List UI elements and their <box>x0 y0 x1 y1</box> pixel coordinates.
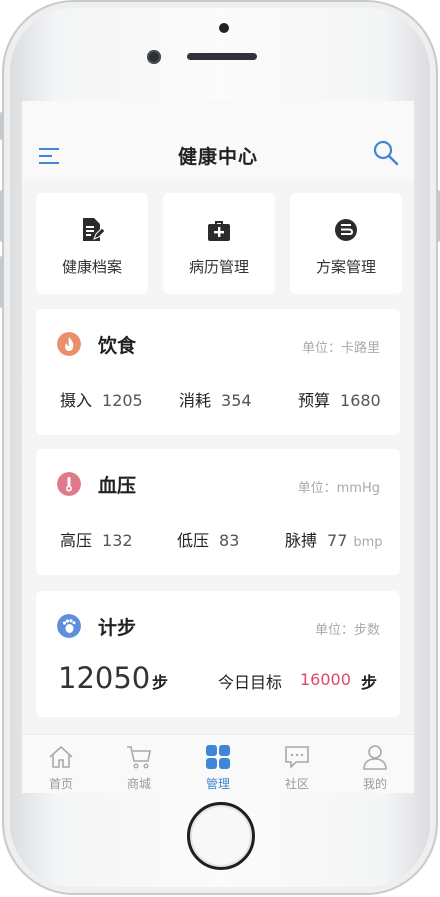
quick-action-label: 病历管理 <box>188 258 249 276</box>
search-icon[interactable] <box>372 139 400 167</box>
quick-action-medical-records[interactable]: 病历管理 <box>163 193 275 294</box>
metric-systolic: 高压 132 <box>60 527 133 551</box>
metric-value: 1680 <box>340 391 381 410</box>
home-icon <box>49 745 73 768</box>
cart-icon <box>127 746 151 769</box>
tab-label: 管理 <box>205 777 230 791</box>
diet-card[interactable]: 饮食 单位：卡路里 摄入 1205 消耗 354 预算 1680 <box>36 309 400 435</box>
medical-kit-icon <box>208 221 230 241</box>
page-title: 健康中心 <box>177 146 258 168</box>
metric-label: 低压 <box>177 531 210 550</box>
metric-intake: 摄入 1205 <box>60 387 143 411</box>
metric-value: 132 <box>102 531 133 550</box>
metric-value: 354 <box>221 391 252 410</box>
card-title: 血压 <box>98 475 137 497</box>
tab-manage[interactable]: 管理 <box>179 735 257 793</box>
tab-label: 首页 <box>48 777 73 791</box>
document-edit-icon <box>83 218 104 241</box>
metric-label: 摄入 <box>60 391 93 410</box>
tab-label: 我的 <box>362 777 387 791</box>
metric-value: 1205 <box>102 391 143 410</box>
metric-diastolic: 低压 83 <box>177 527 239 551</box>
metric-label: 消耗 <box>179 391 212 410</box>
volume-down-button <box>0 256 4 308</box>
metric-budget: 预算 1680 <box>298 387 381 411</box>
step-count-unit: 步 <box>152 673 169 692</box>
proximity-sensor <box>219 23 229 33</box>
quick-action-label: 健康档案 <box>61 258 122 276</box>
card-title: 计步 <box>98 617 137 639</box>
quick-action-label: 方案管理 <box>315 258 376 276</box>
top-bar: 健康中心 <box>22 101 414 180</box>
user-icon <box>363 745 387 770</box>
tab-shop[interactable]: 商城 <box>100 735 178 793</box>
tab-label: 社区 <box>284 777 309 791</box>
unit-label: 单位：卡路里 <box>301 341 380 356</box>
tab-label: 商城 <box>126 777 151 791</box>
tab-profile[interactable]: 我的 <box>336 735 414 793</box>
tab-home[interactable]: 首页 <box>22 735 100 793</box>
metric-label: 脉搏 <box>285 531 318 550</box>
metric-burned: 消耗 354 <box>179 387 252 411</box>
tab-community[interactable]: 社区 <box>258 735 336 793</box>
goal-unit: 步 <box>361 673 378 692</box>
power-button <box>436 190 440 242</box>
chat-icon <box>285 746 309 769</box>
metric-label: 预算 <box>298 391 331 410</box>
grid-icon <box>206 745 230 769</box>
metric-value: 77 <box>327 531 348 550</box>
thermometer-icon <box>57 472 81 496</box>
metric-value: 83 <box>219 531 240 550</box>
blood-pressure-card[interactable]: 血压 单位：mmHg 高压 132 低压 83 脉搏 77 bmp <box>36 449 400 575</box>
quick-action-plan-management[interactable]: 方案管理 <box>290 193 402 294</box>
quick-action-health-record[interactable]: 健康档案 <box>36 193 148 294</box>
card-title: 饮食 <box>98 335 137 357</box>
metric-pulse: 脉搏 77 bmp <box>285 527 383 551</box>
unit-label: 单位：mmHg <box>297 481 380 496</box>
step-count: 12050 <box>58 661 151 695</box>
footprint-icon <box>57 614 81 638</box>
earpiece-speaker <box>187 53 257 60</box>
mute-switch <box>0 112 4 140</box>
goal-label: 今日目标 <box>218 673 283 692</box>
volume-up-button <box>0 190 4 242</box>
unit-label: 单位：步数 <box>314 623 380 638</box>
fire-icon <box>57 332 81 356</box>
goal-value: 16000 <box>300 670 351 689</box>
app-screen: 健康中心 健康档案 病历管理 方案管理 饮食 单位：卡路里 摄入 1205 消耗… <box>22 101 414 793</box>
home-button[interactable] <box>187 802 255 870</box>
plan-icon <box>335 219 357 241</box>
front-camera <box>147 50 161 64</box>
steps-card[interactable]: 计步 单位：步数 12050 步 今日目标 16000 步 <box>36 591 400 717</box>
metric-unit: bmp <box>353 535 383 550</box>
tab-bar: 首页 商城 管理 社区 我的 <box>22 734 414 793</box>
metric-label: 高压 <box>60 531 93 550</box>
